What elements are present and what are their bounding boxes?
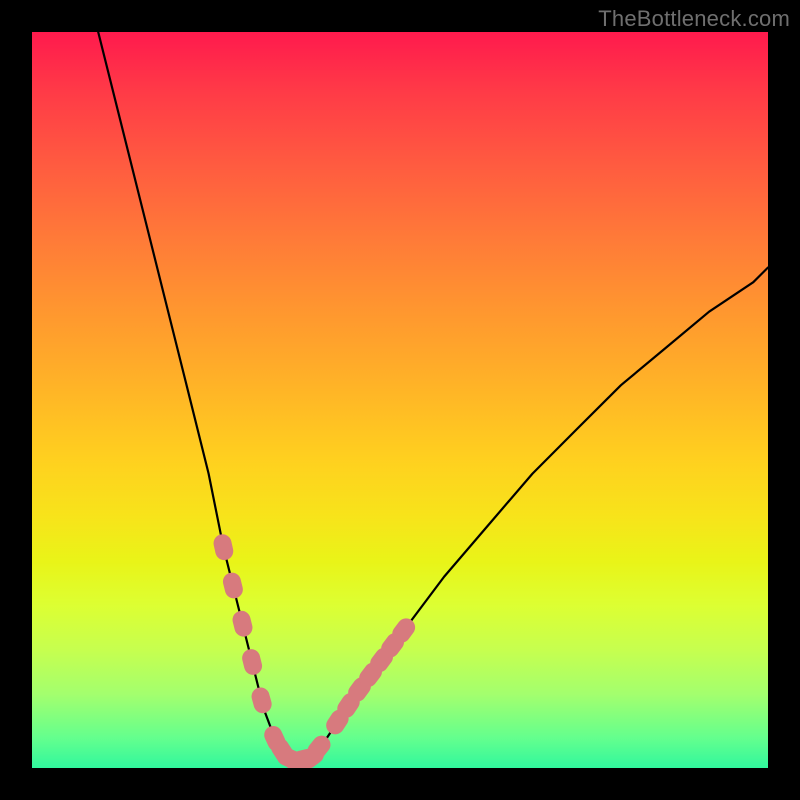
chart-overlay	[32, 32, 768, 768]
plot-area	[32, 32, 768, 768]
marker-pill	[212, 533, 235, 562]
marker-pill	[240, 647, 264, 677]
watermark-text: TheBottleneck.com	[598, 6, 790, 32]
marker-pill	[231, 609, 255, 639]
marker-group	[212, 533, 419, 768]
marker-pill	[221, 571, 245, 601]
marker-pill	[249, 685, 273, 715]
bottleneck-curve	[98, 32, 768, 761]
outer-frame: TheBottleneck.com	[0, 0, 800, 800]
